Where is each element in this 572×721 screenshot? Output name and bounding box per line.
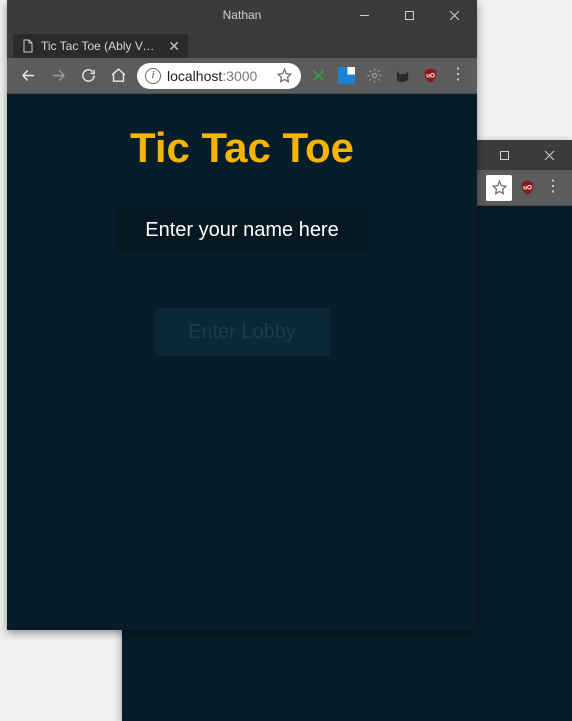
url-port: :3000 [222, 68, 257, 84]
enter-lobby-button[interactable]: Enter Lobby [155, 308, 330, 356]
tab-label: Tic Tac Toe (Ably Vue Tut [41, 39, 160, 53]
maximize-button[interactable] [482, 140, 527, 170]
name-input[interactable] [117, 208, 367, 252]
home-button[interactable] [103, 61, 133, 91]
svg-text:uO: uO [426, 73, 435, 80]
url-host: localhost [167, 68, 222, 84]
close-button[interactable] [432, 0, 477, 30]
ublock-icon[interactable]: uO [514, 175, 540, 201]
svg-text:uO: uO [523, 185, 532, 192]
maximize-button[interactable] [387, 0, 432, 30]
extension-green-icon[interactable] [305, 63, 331, 89]
address-bar[interactable]: i localhost:3000 [137, 63, 301, 89]
extension-cat-icon[interactable] [389, 63, 415, 89]
browser-tab[interactable]: Tic Tac Toe (Ably Vue Tut ✕ [13, 34, 188, 58]
file-icon [21, 39, 35, 53]
extension-blue-icon[interactable] [333, 63, 359, 89]
foreground-browser-window: Nathan Tic Tac Toe (Ably Vue Tut ✕ [7, 0, 477, 630]
bookmark-star-icon[interactable] [486, 175, 512, 201]
page-title: Tic Tac Toe [130, 124, 354, 172]
forward-button[interactable] [43, 61, 73, 91]
close-button[interactable] [527, 140, 572, 170]
fg-titlebar: Nathan [7, 0, 477, 30]
extension-gear-icon[interactable] [361, 63, 387, 89]
page-viewport: Tic Tac Toe Enter Lobby [7, 94, 477, 630]
tab-close-icon[interactable]: ✕ [168, 39, 180, 53]
back-button[interactable] [13, 61, 43, 91]
ublock-icon[interactable]: uO [417, 63, 443, 89]
tab-strip: Tic Tac Toe (Ably Vue Tut ✕ [7, 30, 477, 58]
bookmark-star-icon[interactable] [275, 68, 293, 83]
minimize-button[interactable] [342, 0, 387, 30]
fg-toolbar: i localhost:3000 uO ⋮ [7, 58, 477, 94]
menu-dots-icon[interactable]: ⋮ [540, 184, 566, 190]
reload-button[interactable] [73, 61, 103, 91]
menu-dots-icon[interactable]: ⋮ [445, 72, 471, 78]
site-info-icon[interactable]: i [145, 68, 161, 84]
